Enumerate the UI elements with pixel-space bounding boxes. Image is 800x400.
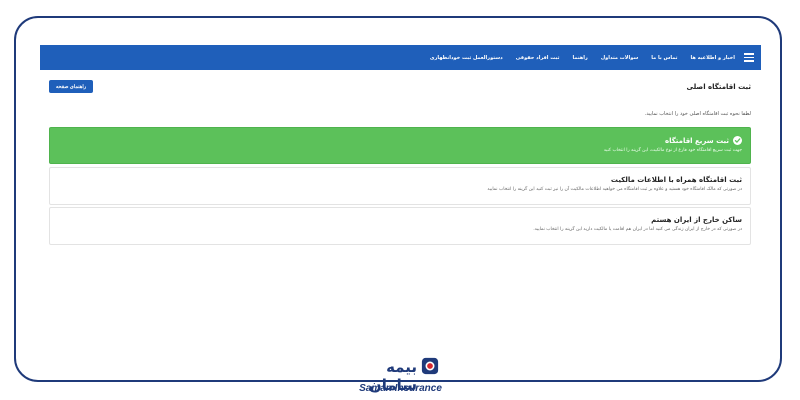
option-title: ثبت اقامتگاه همراه با اطلاعات مالکیت — [610, 176, 742, 184]
instruction-text: لطفا نحوه ثبت اقامتگاه اصلی خود را انتخا… — [644, 111, 751, 117]
nav-item-faq[interactable]: سوالات متداول — [601, 55, 638, 61]
saman-logo-mark-icon — [421, 357, 439, 375]
logo-english-text: Saman Insurance — [359, 383, 442, 394]
option-title-text: ثبت سریع اقامتگاه — [664, 136, 729, 145]
saman-insurance-logo: بیمه سامان Saman Insurance — [358, 356, 443, 396]
option-title: ثبت سریع اقامتگاه — [58, 136, 742, 145]
option-abroad-resident[interactable]: ساکن خارج از ایران هستم در صورتی که در خ… — [49, 207, 751, 245]
nav-item-self-declaration[interactable]: دستورالعمل ثبت خودانظهاری — [430, 55, 503, 61]
nav-menu: اخبار و اطلاعیه ها تماس با ما سوالات متد… — [417, 55, 735, 61]
hamburger-icon[interactable] — [737, 45, 761, 70]
check-circle-icon — [733, 136, 742, 145]
nav-item-legal-entities[interactable]: ثبت افراد حقوقی — [516, 55, 560, 61]
option-quick-registration[interactable]: ثبت سریع اقامتگاه جهت ثبت سریع اقامتگاه … — [49, 127, 751, 164]
option-description: در صورتی که مالک اقامتگاه خود هستید و عل… — [487, 187, 742, 192]
page-title: ثبت اقامتگاه اصلی — [686, 83, 751, 91]
nav-item-contact[interactable]: تماس با ما — [651, 55, 677, 61]
option-title: ساکن خارج از ایران هستم — [651, 216, 742, 224]
option-description: در صورتی که در خارج از ایران زندگی می کن… — [533, 227, 742, 232]
app-window: اخبار و اطلاعیه ها تماس با ما سوالات متد… — [40, 45, 761, 355]
option-description: جهت ثبت سریع اقامتگاه خود فارغ از نوع ما… — [603, 148, 742, 153]
nav-item-guide[interactable]: راهنما — [572, 55, 587, 61]
nav-item-news[interactable]: اخبار و اطلاعیه ها — [691, 55, 736, 61]
top-navbar: اخبار و اطلاعیه ها تماس با ما سوالات متد… — [40, 45, 761, 70]
option-with-ownership[interactable]: ثبت اقامتگاه همراه با اطلاعات مالکیت در … — [49, 167, 751, 205]
page-help-button[interactable]: راهنمای صفحه — [49, 80, 93, 93]
